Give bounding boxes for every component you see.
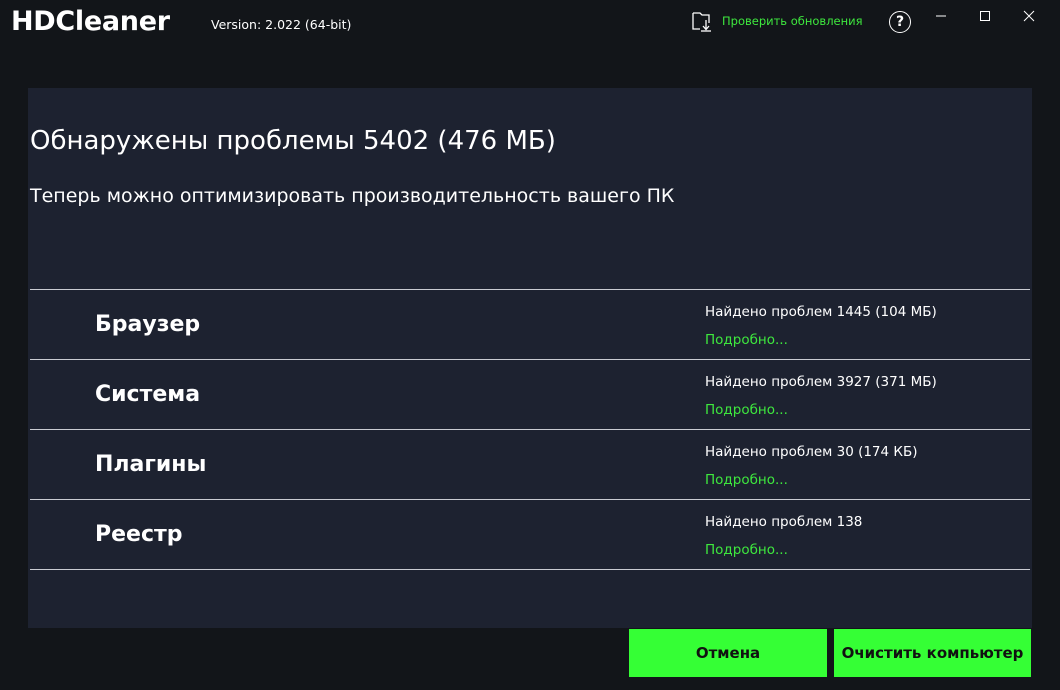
minimize-icon <box>936 15 946 17</box>
category-found-count: Найдено проблем 3927 (371 МБ) <box>705 374 937 390</box>
category-details-link[interactable]: Подробно... <box>705 402 788 418</box>
category-name: Браузер <box>95 312 201 337</box>
check-updates-link[interactable]: Проверить обновления <box>690 8 863 34</box>
results-panel: Обнаружены проблемы 5402 (476 МБ) Теперь… <box>28 88 1032 628</box>
close-button[interactable] <box>1006 0 1052 32</box>
version-label: Version: 2.022 (64-bit) <box>211 17 352 32</box>
app-window: HDCleaner Version: 2.022 (64-bit) Провер… <box>0 0 1060 690</box>
title-bar: HDCleaner Version: 2.022 (64-bit) Провер… <box>0 0 1060 40</box>
maximize-icon <box>980 11 990 21</box>
clean-computer-button[interactable]: Очистить компьютер <box>834 629 1031 677</box>
minimize-button[interactable] <box>918 0 964 32</box>
close-icon <box>1023 10 1035 22</box>
download-folder-icon <box>690 10 716 32</box>
category-details-link[interactable]: Подробно... <box>705 332 788 348</box>
app-title: HDCleaner <box>11 6 170 37</box>
category-row-registry: Реестр Найдено проблем 138 Подробно... <box>30 500 1030 570</box>
category-row-system: Система Найдено проблем 3927 (371 МБ) По… <box>30 360 1030 430</box>
category-found-count: Найдено проблем 138 <box>705 514 863 530</box>
maximize-button[interactable] <box>962 0 1008 32</box>
category-found-count: Найдено проблем 1445 (104 МБ) <box>705 304 937 320</box>
category-details-link[interactable]: Подробно... <box>705 472 788 488</box>
cancel-button[interactable]: Отмена <box>629 629 827 677</box>
category-name: Система <box>95 382 201 407</box>
category-row-plugins: Плагины Найдено проблем 30 (174 КБ) Подр… <box>30 430 1030 500</box>
results-subline: Теперь можно оптимизировать производител… <box>30 185 675 207</box>
results-headline: Обнаружены проблемы 5402 (476 МБ) <box>30 126 556 156</box>
category-list: Браузер Найдено проблем 1445 (104 МБ) По… <box>30 289 1030 570</box>
category-name: Реестр <box>95 522 183 547</box>
category-details-link[interactable]: Подробно... <box>705 542 788 558</box>
category-row-browser: Браузер Найдено проблем 1445 (104 МБ) По… <box>30 290 1030 360</box>
check-updates-label: Проверить обновления <box>722 14 863 28</box>
category-found-count: Найдено проблем 30 (174 КБ) <box>705 444 918 460</box>
category-name: Плагины <box>95 452 207 477</box>
help-button[interactable]: ? <box>889 11 911 33</box>
